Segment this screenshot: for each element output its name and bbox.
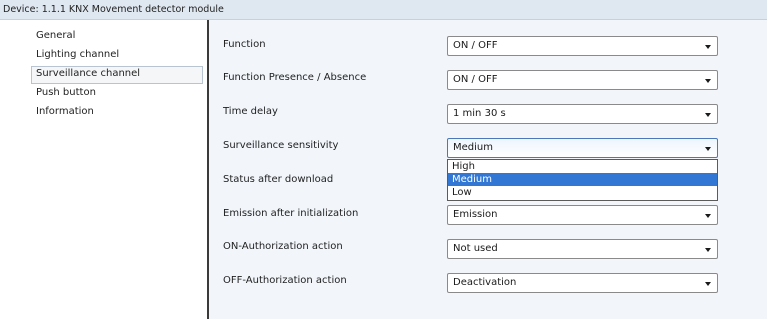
nav-item-general[interactable]: General bbox=[31, 28, 203, 46]
chevron-down-icon bbox=[705, 79, 711, 83]
param-label-function-presence-absence: Function Presence / Absence bbox=[223, 72, 367, 83]
dropdown-option-medium[interactable]: Medium bbox=[448, 173, 717, 186]
function-presence-absence-select[interactable]: ON / OFF bbox=[447, 70, 718, 90]
chevron-down-icon bbox=[705, 214, 711, 218]
dropdown-option-high[interactable]: High bbox=[448, 160, 717, 173]
parameter-panel: Function ON / OFF Function Presence / Ab… bbox=[209, 20, 767, 319]
time-delay-select-value: 1 min 30 s bbox=[453, 108, 506, 119]
surveillance-sensitivity-select-value: Medium bbox=[453, 142, 493, 153]
nav-item-surveillance-channel[interactable]: Surveillance channel bbox=[31, 66, 203, 84]
chevron-down-icon bbox=[705, 147, 711, 151]
on-authorization-action-select[interactable]: Not used bbox=[447, 239, 718, 259]
param-label-status-after-download: Status after download bbox=[223, 174, 334, 185]
chevron-down-icon bbox=[705, 45, 711, 49]
function-select[interactable]: ON / OFF bbox=[447, 36, 718, 56]
nav-item-information[interactable]: Information bbox=[31, 104, 203, 122]
param-label-emission-after-initialization: Emission after initialization bbox=[223, 208, 359, 219]
time-delay-select[interactable]: 1 min 30 s bbox=[447, 104, 718, 124]
nav-item-lighting-channel[interactable]: Lighting channel bbox=[31, 47, 203, 65]
on-authorization-action-select-value: Not used bbox=[453, 243, 498, 254]
chevron-down-icon bbox=[705, 248, 711, 252]
off-authorization-action-select[interactable]: Deactivation bbox=[447, 273, 718, 293]
chevron-down-icon bbox=[705, 282, 711, 286]
param-label-surveillance-sensitivity: Surveillance sensitivity bbox=[223, 140, 339, 151]
nav-panel: General Lighting channel Surveillance ch… bbox=[0, 20, 207, 319]
function-select-value: ON / OFF bbox=[453, 40, 498, 51]
emission-after-initialization-select[interactable]: Emission bbox=[447, 205, 718, 225]
param-label-function: Function bbox=[223, 39, 266, 50]
chevron-down-icon bbox=[705, 113, 711, 117]
emission-after-initialization-select-value: Emission bbox=[453, 209, 498, 220]
nav-item-push-button[interactable]: Push button bbox=[31, 85, 203, 103]
off-authorization-action-select-value: Deactivation bbox=[453, 277, 517, 288]
param-label-time-delay: Time delay bbox=[223, 106, 278, 117]
window-title: Device: 1.1.1 KNX Movement detector modu… bbox=[0, 0, 767, 20]
param-label-off-authorization-action: OFF-Authorization action bbox=[223, 275, 347, 286]
param-label-on-authorization-action: ON-Authorization action bbox=[223, 241, 343, 252]
surveillance-sensitivity-select[interactable]: Medium bbox=[447, 138, 718, 158]
function-presence-absence-select-value: ON / OFF bbox=[453, 74, 498, 85]
sensitivity-dropdown-list: High Medium Low bbox=[447, 159, 718, 201]
dropdown-option-low[interactable]: Low bbox=[448, 186, 717, 199]
